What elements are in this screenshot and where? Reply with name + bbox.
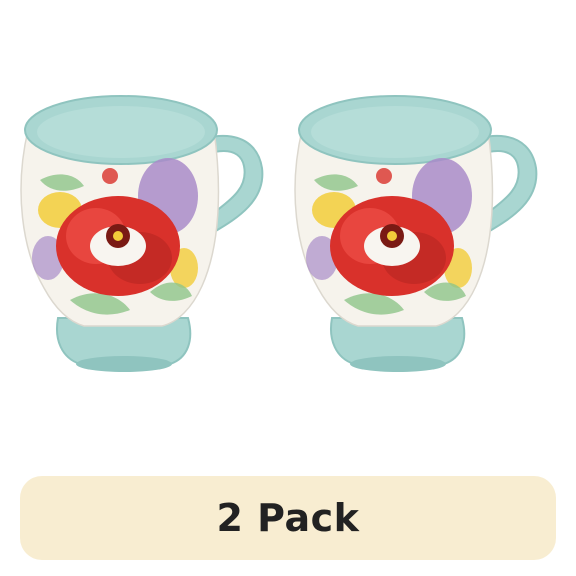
mug-left <box>20 95 264 373</box>
pack-label: 2 Pack <box>216 496 360 540</box>
pack-badge: 2 Pack <box>20 476 556 560</box>
mug-right <box>294 95 538 373</box>
product-image <box>20 95 538 373</box>
